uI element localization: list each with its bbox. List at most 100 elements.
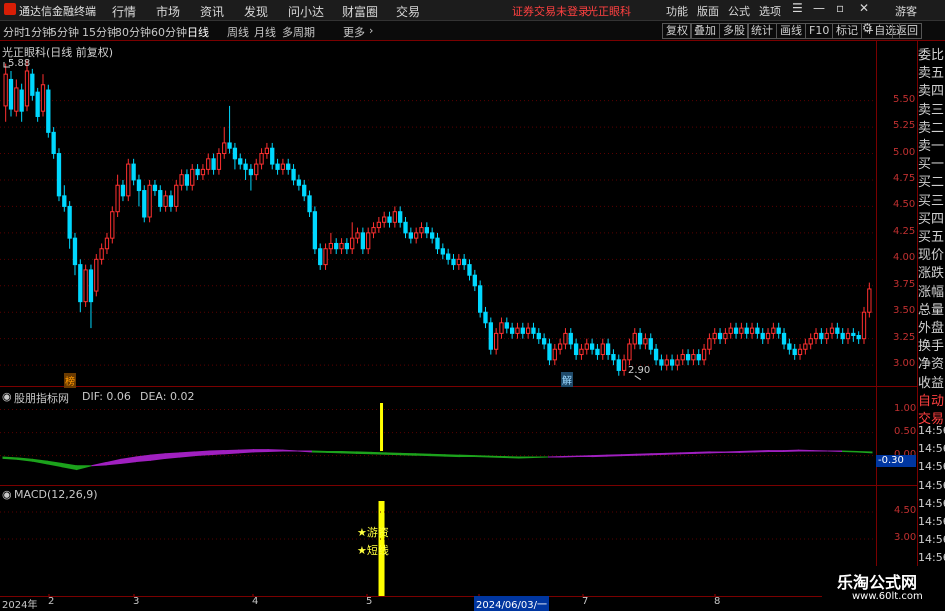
candle-body[interactable]	[79, 265, 82, 302]
candle-body[interactable]	[590, 344, 593, 349]
candle-body[interactable]	[292, 169, 295, 180]
candle-body[interactable]	[745, 328, 748, 333]
candle-body[interactable]	[15, 88, 18, 111]
candle-body[interactable]	[622, 360, 625, 371]
candle-body[interactable]	[654, 349, 657, 360]
menu-faxian[interactable]: 发现	[244, 3, 268, 20]
candle-body[interactable]	[750, 328, 753, 333]
candle-body[interactable]	[377, 222, 380, 227]
period-1[interactable]: 1分钟	[24, 24, 53, 40]
sidebar-label-10[interactable]: 买五	[918, 226, 945, 245]
candle-body[interactable]	[372, 228, 375, 233]
sidebar-label-4[interactable]: 卖二	[918, 117, 945, 136]
candle-body[interactable]	[356, 233, 359, 238]
candle-body[interactable]	[73, 238, 76, 264]
candle-body[interactable]	[41, 85, 44, 111]
candle-body[interactable]	[569, 333, 572, 344]
candle-body[interactable]	[447, 254, 450, 259]
marker-jie[interactable]: 解	[561, 372, 573, 387]
sidebar-label-17[interactable]: 净资	[918, 353, 945, 372]
candle-body[interactable]	[505, 323, 508, 328]
candle-body[interactable]	[649, 339, 652, 350]
candle-body[interactable]	[777, 328, 780, 333]
menu-xuanxiang[interactable]: 选项	[759, 3, 781, 19]
candle-body[interactable]	[335, 243, 338, 248]
candle-body[interactable]	[676, 360, 679, 365]
sidebar-label-15[interactable]: 外盘	[918, 317, 945, 336]
toolbar-button-0[interactable]: 复权	[662, 23, 692, 39]
candle-body[interactable]	[756, 328, 759, 333]
candle-body[interactable]	[436, 238, 439, 249]
candle-body[interactable]	[686, 355, 689, 360]
menu-jiaoyi[interactable]: 交易	[396, 3, 420, 20]
candle-body[interactable]	[766, 333, 769, 338]
period-3[interactable]: 15分钟	[82, 24, 118, 40]
candle-body[interactable]	[207, 159, 210, 170]
candle-body[interactable]	[585, 344, 588, 349]
sidebar-label-9[interactable]: 买四	[918, 208, 945, 227]
candle-body[interactable]	[740, 328, 743, 333]
candle-body[interactable]	[660, 360, 663, 365]
candle-body[interactable]	[345, 243, 348, 248]
period-5[interactable]: 60分钟	[151, 24, 187, 40]
candle-body[interactable]	[489, 323, 492, 349]
candle-body[interactable]	[9, 79, 12, 109]
candle-body[interactable]	[782, 333, 785, 344]
period-9[interactable]: 多周期	[282, 24, 315, 40]
candle-body[interactable]	[159, 191, 162, 207]
candle-body[interactable]	[239, 159, 242, 164]
candle-body[interactable]	[463, 259, 466, 264]
sidebar-label-11[interactable]: 现价	[918, 244, 945, 263]
candle-body[interactable]	[388, 217, 391, 222]
candle-body[interactable]	[846, 333, 849, 338]
candle-body[interactable]	[228, 143, 231, 148]
candle-body[interactable]	[553, 349, 556, 360]
candle-body[interactable]	[137, 180, 140, 191]
marker-bang[interactable]: 榜	[64, 373, 76, 388]
candle-body[interactable]	[574, 344, 577, 355]
candle-body[interactable]	[57, 154, 60, 196]
candle-body[interactable]	[644, 339, 647, 344]
candle-body[interactable]	[223, 143, 226, 154]
candle-body[interactable]	[820, 333, 823, 338]
candle-body[interactable]	[169, 196, 172, 207]
candle-body[interactable]	[638, 333, 641, 344]
candle-body[interactable]	[798, 349, 801, 354]
period-7[interactable]: 周线	[227, 24, 249, 40]
candle-body[interactable]	[708, 339, 711, 350]
candle-body[interactable]	[249, 169, 252, 174]
candle-body[interactable]	[351, 238, 354, 249]
candle-body[interactable]	[532, 328, 535, 333]
candle-body[interactable]	[521, 328, 524, 333]
period-6[interactable]: 日线	[187, 24, 209, 40]
candle-body[interactable]	[484, 312, 487, 323]
candle-body[interactable]	[425, 228, 428, 233]
candle-body[interactable]	[212, 159, 215, 170]
candle-body[interactable]	[260, 154, 263, 165]
candle-body[interactable]	[772, 328, 775, 333]
sidebar-label-5[interactable]: 卖一	[918, 135, 945, 154]
candle-body[interactable]	[340, 243, 343, 248]
toolbar-button-8[interactable]: 返回	[892, 23, 922, 39]
sidebar-label-2[interactable]: 卖四	[918, 80, 945, 99]
candle-body[interactable]	[4, 74, 7, 106]
toolbar-button-4[interactable]: 画线	[776, 23, 806, 39]
candle-body[interactable]	[606, 344, 609, 355]
candle-body[interactable]	[319, 249, 322, 265]
candle-body[interactable]	[127, 164, 130, 196]
candle-body[interactable]	[596, 349, 599, 354]
sidebar-label-14[interactable]: 总量	[918, 299, 945, 318]
toolbar-button-2[interactable]: 多股	[719, 23, 749, 39]
menu-hangqing[interactable]: 行情	[112, 3, 136, 20]
candle-body[interactable]	[564, 333, 567, 344]
candle-body[interactable]	[121, 185, 124, 196]
candle-body[interactable]	[702, 349, 705, 360]
candle-body[interactable]	[116, 185, 119, 211]
trade-login-warning[interactable]: 证券交易未登录	[512, 3, 589, 19]
candle-body[interactable]	[244, 164, 247, 169]
candle-body[interactable]	[601, 344, 604, 355]
candle-body[interactable]	[217, 154, 220, 170]
candle-body[interactable]	[164, 196, 167, 207]
toolbar-button-3[interactable]: 统计	[747, 23, 777, 39]
sidebar-label-18[interactable]: 收益	[918, 372, 945, 391]
